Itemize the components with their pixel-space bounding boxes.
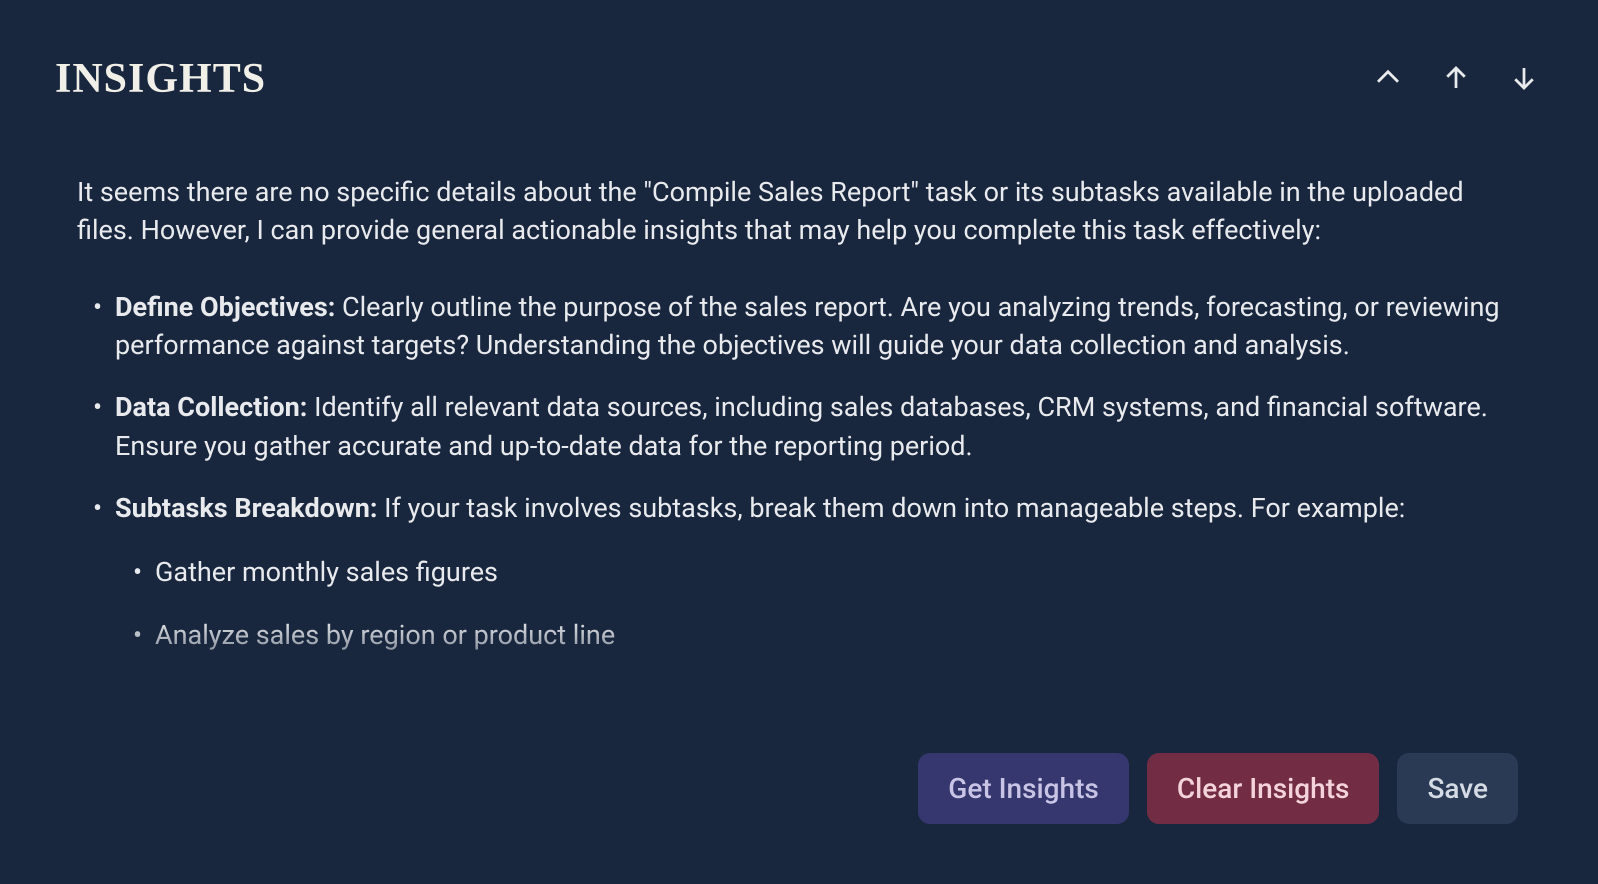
intro-text: It seems there are no specific details a… — [77, 173, 1521, 250]
insight-list: Define Objectives: Clearly outline the p… — [77, 288, 1521, 654]
move-down-button[interactable] — [1505, 59, 1543, 100]
sub-list-item: Analyze sales by region or product line — [155, 616, 1521, 654]
item-body: Identify all relevant data sources, incl… — [115, 391, 1488, 461]
save-button[interactable]: Save — [1397, 753, 1518, 824]
insights-panel: INSIGHTS It seems there are no specific … — [0, 0, 1598, 884]
insights-content: It seems there are no specific details a… — [55, 173, 1543, 728]
item-body: If your task involves subtasks, break th… — [377, 492, 1405, 524]
get-insights-button[interactable]: Get Insights — [918, 753, 1129, 824]
header-controls — [1369, 59, 1543, 100]
arrow-down-icon — [1509, 63, 1539, 96]
chevron-up-icon — [1373, 63, 1403, 96]
panel-title: INSIGHTS — [55, 55, 266, 103]
item-title: Data Collection: — [115, 391, 307, 423]
panel-header: INSIGHTS — [55, 55, 1543, 103]
sub-list-item: Gather monthly sales figures — [155, 553, 1521, 591]
move-up-button[interactable] — [1437, 59, 1475, 100]
clear-insights-button[interactable]: Clear Insights — [1147, 753, 1380, 824]
list-item: Data Collection: Identify all relevant d… — [115, 388, 1521, 465]
arrow-up-icon — [1441, 63, 1471, 96]
item-title: Subtasks Breakdown: — [115, 492, 377, 524]
sub-list: Gather monthly sales figures Analyze sal… — [115, 553, 1521, 654]
collapse-button[interactable] — [1369, 59, 1407, 100]
item-title: Define Objectives: — [115, 291, 335, 323]
list-item: Define Objectives: Clearly outline the p… — [115, 288, 1521, 365]
action-bar: Get Insights Clear Insights Save — [918, 753, 1518, 824]
list-item: Subtasks Breakdown: If your task involve… — [115, 489, 1521, 654]
